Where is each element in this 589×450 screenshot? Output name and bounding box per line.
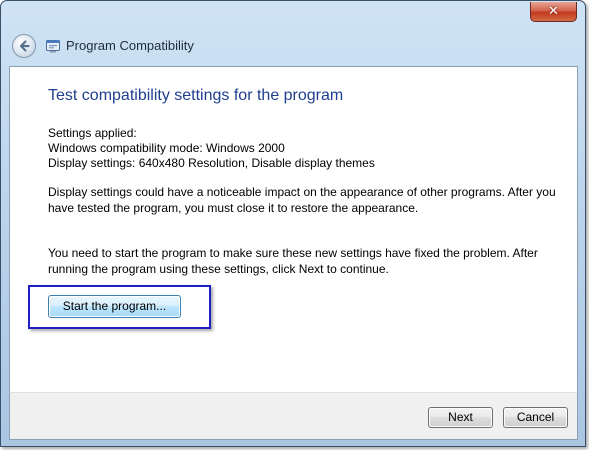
back-button[interactable]	[12, 34, 36, 58]
notice-text-line-1: Display settings could have a noticeable…	[48, 185, 556, 199]
start-program-button[interactable]: Start the program...	[48, 295, 181, 318]
instruction-text-line-2: running the program using these settings…	[48, 262, 389, 276]
page-heading: Test compatibility settings for the prog…	[48, 87, 344, 104]
close-button[interactable]: ✕	[530, 2, 577, 22]
back-arrow-icon	[19, 40, 30, 52]
program-compatibility-window: ✕ Program Compatibility Test compatibili…	[0, 0, 586, 447]
display-settings-text: Display settings: 640x480 Resolution, Di…	[48, 156, 375, 170]
close-icon: ✕	[548, 4, 559, 19]
cancel-button[interactable]: Cancel	[503, 407, 568, 428]
window-title: Program Compatibility	[66, 38, 194, 53]
content-panel: Test compatibility settings for the prog…	[9, 66, 578, 392]
notice-text-line-2: have tested the program, you must close …	[48, 201, 419, 215]
settings-applied-label: Settings applied:	[48, 126, 137, 140]
compat-mode-text: Windows compatibility mode: Windows 2000	[48, 141, 285, 155]
instruction-text-line-1: You need to start the program to make su…	[48, 246, 538, 260]
footer-bar: Next Cancel	[9, 392, 578, 440]
program-compatibility-icon	[46, 40, 60, 53]
next-button[interactable]: Next	[428, 407, 493, 428]
